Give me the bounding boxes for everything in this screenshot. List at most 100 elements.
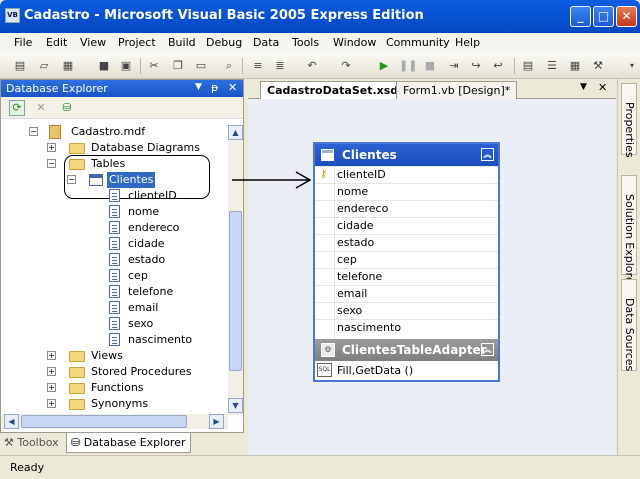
find-icon[interactable]: ⌕ [221,58,237,74]
datatable-column[interactable]: endereco [315,200,498,217]
menu-window[interactable]: Window [333,36,376,49]
column-icon [109,189,120,202]
annotation-arrow [232,171,312,189]
tab-toolbox[interactable]: ⚒ Toolbox [4,433,59,453]
tab-dataset-designer[interactable]: CadastroDataSet.xsd* [260,81,411,99]
menu-edit[interactable]: Edit [46,36,67,49]
scroll-left-icon[interactable]: ◀ [4,414,19,429]
tab-properties[interactable]: Properties [621,83,637,158]
menu-file[interactable]: File [14,36,32,49]
column-label: estado [128,253,166,266]
menu-debug[interactable]: Debug [206,36,242,49]
datatable-column[interactable]: cidade [315,217,498,234]
expand-icon[interactable]: + [47,399,56,408]
tree-label-procedures: Stored Procedures [91,365,192,378]
save-all-icon[interactable]: ▣ [118,58,134,74]
datatable-header[interactable]: Clientes ︽ [315,144,498,166]
object-browser-icon[interactable]: ▦ [567,58,583,74]
tableadapter-header[interactable]: ⚙ ClientesTableAdapter ︽ [315,339,498,361]
datatable-column-label: nascimento [337,321,402,334]
clientes-datatable[interactable]: Clientes ︽ ⚷ clienteID nome endereco cid… [313,142,500,382]
tableadapter-icon: ⚙ [321,343,335,357]
step-over-icon[interactable]: ↪ [468,58,484,74]
add-item-icon[interactable]: ▦ [60,58,76,74]
expand-icon[interactable]: + [47,367,56,376]
datatable-column[interactable]: nome [315,183,498,200]
horizontal-scrollbar[interactable]: ◀ ▶ [1,414,228,429]
open-icon[interactable]: ▱ [36,58,52,74]
menu-help[interactable]: Help [455,36,480,49]
undo-icon[interactable]: ↶ [304,58,320,74]
column-icon [109,253,120,266]
close-window-button[interactable]: ✕ [616,6,637,27]
maximize-button[interactable]: □ [593,6,614,27]
menu-tools[interactable]: Tools [292,36,319,49]
stop-refresh-icon[interactable]: ✕ [33,100,49,116]
new-project-icon[interactable]: ▤ [12,58,28,74]
panel-tabs: ⚒ Toolbox ⛁ Database Explorer [0,433,244,455]
redo-icon[interactable]: ↷ [338,58,354,74]
collapse-chevron-icon[interactable]: ︽ [481,343,494,356]
solution-explorer-icon[interactable]: ▤ [520,58,536,74]
datatable-column[interactable]: sexo [315,302,498,319]
folder-icon [69,143,85,154]
collapse-chevron-icon[interactable]: ︽ [481,148,494,161]
cut-icon[interactable]: ✂ [146,58,162,74]
document-list-icon[interactable]: ▼ [580,82,587,92]
start-debug-icon[interactable]: ▶ [376,58,392,74]
minimize-button[interactable]: _ [570,6,591,27]
datatable-column[interactable]: telefone [315,268,498,285]
properties-icon[interactable]: ☰ [544,58,560,74]
step-into-icon[interactable]: ⇥ [446,58,462,74]
datatable-column[interactable]: cep [315,251,498,268]
panel-close-icon[interactable]: ✕ [228,81,237,94]
scrollbar-thumb[interactable] [229,211,242,371]
datatable-column-label: sexo [337,304,363,317]
database-explorer-title: Database Explorer [6,82,108,95]
toolbox-icon[interactable]: ⚒ [590,58,606,74]
vertical-scrollbar[interactable]: ▲ ▼ [228,125,243,415]
stop-icon[interactable]: ■ [422,58,438,74]
pin-icon[interactable]: ᵽ [211,81,218,94]
save-icon[interactable]: ■ [96,58,112,74]
collapse-icon[interactable]: − [29,127,38,136]
collapse-icon[interactable]: − [47,159,56,168]
expand-icon[interactable]: + [47,351,56,360]
document-tabs: CadastroDataSet.xsd* Form1.vb [Design]* … [248,79,616,99]
tableadapter-query[interactable]: SQL Fill,GetData () [315,361,498,380]
expand-icon[interactable]: + [47,383,56,392]
expand-icon[interactable]: + [47,143,56,152]
scroll-right-icon[interactable]: ▶ [209,414,224,429]
uncomment-icon[interactable]: ≣ [272,58,288,74]
menu-project[interactable]: Project [118,36,156,49]
paste-icon[interactable]: ▭ [193,58,209,74]
menu-data[interactable]: Data [253,36,279,49]
datatable-column[interactable]: estado [315,234,498,251]
datatable-column[interactable]: clienteID [315,166,498,183]
tab-data-sources[interactable]: Data Sources [621,279,637,371]
menu-build[interactable]: Build [168,36,196,49]
tab-form1-design[interactable]: Form1.vb [Design]* [396,81,518,99]
scroll-up-icon[interactable]: ▲ [228,125,243,140]
menu-view[interactable]: View [80,36,106,49]
toolbar-overflow-icon[interactable]: ▾ [624,58,640,74]
column-icon [109,317,120,330]
datatable-column[interactable]: nascimento [315,319,498,336]
tab-solution-explorer[interactable]: Solution Explorer [621,175,637,288]
comment-icon[interactable]: ≡ [250,58,266,74]
sql-query-icon: SQL [317,363,332,377]
scroll-down-icon[interactable]: ▼ [228,398,243,413]
scrollbar-thumb[interactable] [21,415,187,428]
status-text: Ready [10,461,45,474]
copy-icon[interactable]: ❐ [170,58,186,74]
datatable-column[interactable]: email [315,285,498,302]
panel-dropdown-icon[interactable]: ▼ [195,82,202,92]
pause-icon[interactable]: ❚❚ [399,58,417,74]
step-out-icon[interactable]: ↩ [490,58,506,74]
document-close-icon[interactable]: ✕ [598,81,607,94]
refresh-icon[interactable]: ⟳ [9,100,25,116]
tab-database-explorer[interactable]: ⛁ Database Explorer [66,433,191,453]
connect-database-icon[interactable]: ⛁ [59,100,75,116]
menu-community[interactable]: Community [386,36,450,49]
database-file-icon [49,125,61,139]
